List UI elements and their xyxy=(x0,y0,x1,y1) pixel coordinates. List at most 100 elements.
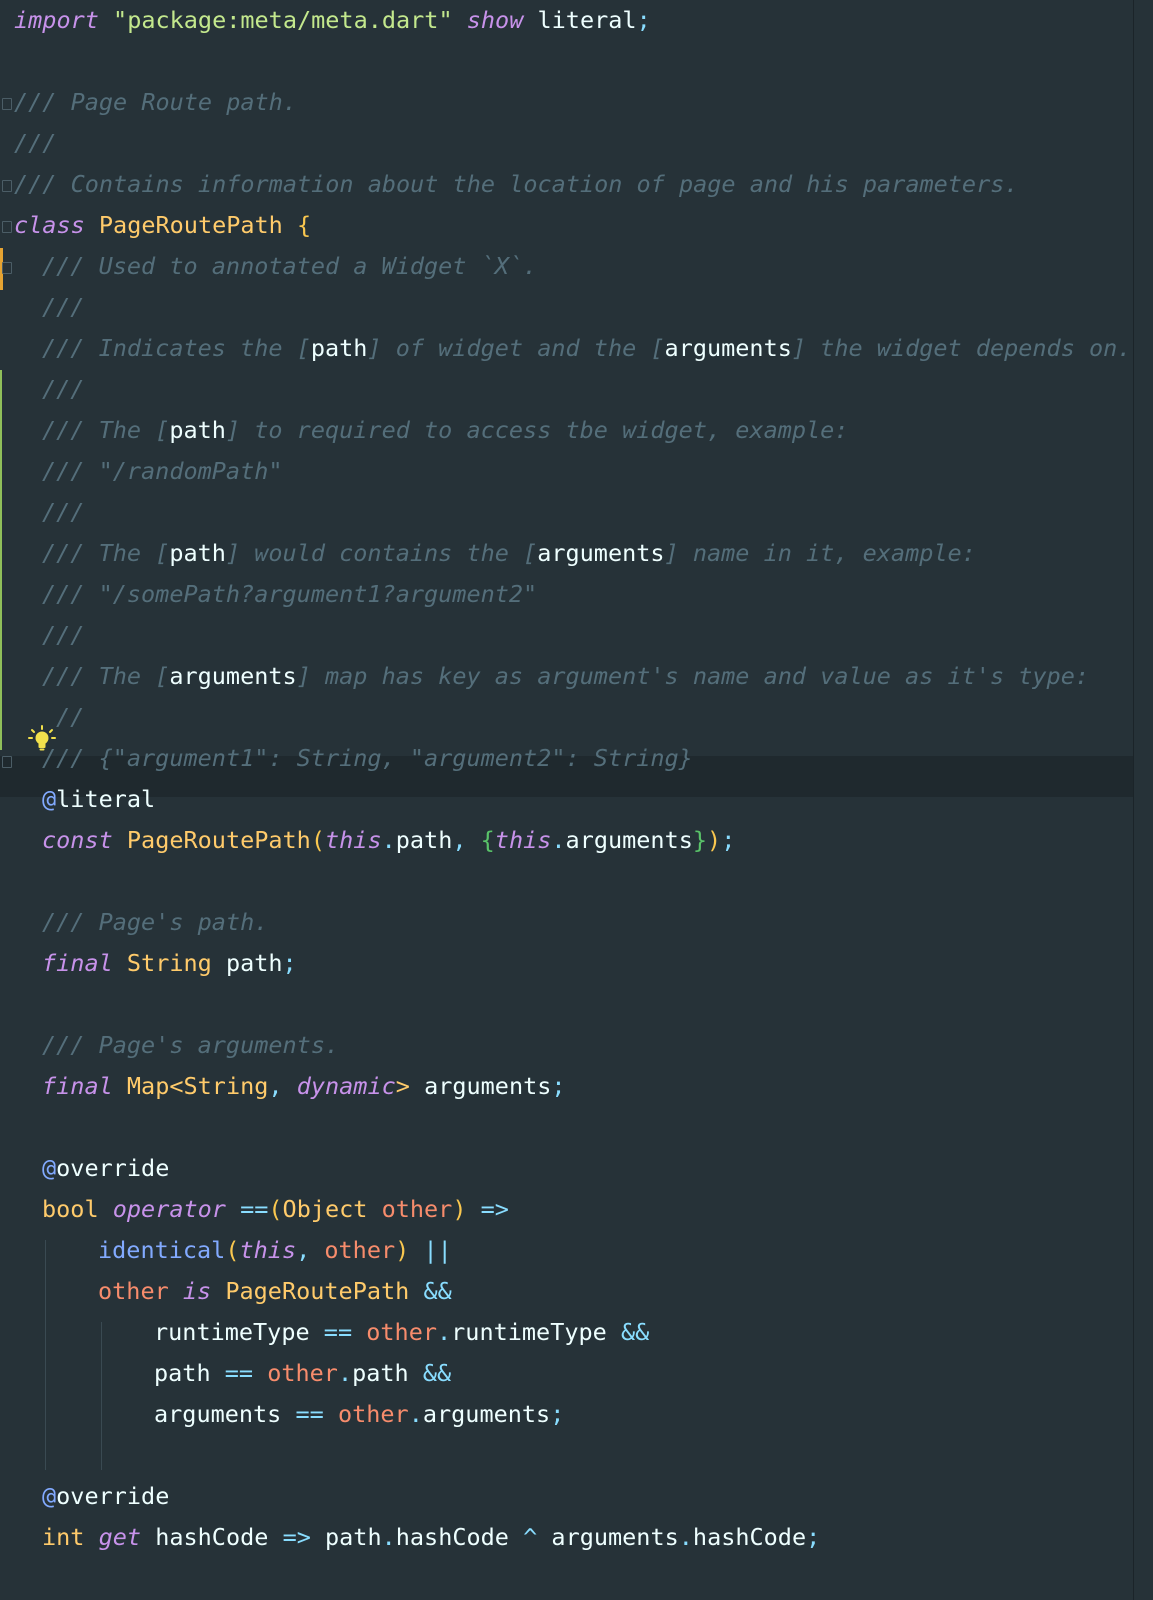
token-identifier: arguments xyxy=(424,1072,552,1100)
code-line[interactable]: import "package:meta/meta.dart" show lit… xyxy=(14,0,651,41)
code-line[interactable]: /// "/randomPath" xyxy=(42,451,283,492)
token-identifier: arguments xyxy=(551,1523,679,1551)
code-line[interactable]: // xyxy=(56,697,84,738)
token-comment: /// xyxy=(14,129,57,157)
code-line[interactable]: /// "/somePath?argument1?argument2" xyxy=(42,574,537,615)
token-identifier: path xyxy=(225,949,283,977)
code-line[interactable]: bool operator ==(Object other) => xyxy=(42,1189,509,1230)
fold-marker-icon[interactable] xyxy=(2,98,12,110)
code-line[interactable]: @override xyxy=(42,1148,169,1189)
code-line[interactable]: /// The [path] to required to access tbe… xyxy=(42,410,848,451)
token-punctuation: , xyxy=(268,1072,297,1100)
code-line[interactable]: arguments == other.arguments; xyxy=(154,1394,564,1435)
token-parameter: other xyxy=(381,1195,453,1223)
code-line[interactable]: /// The [arguments] map has key as argum… xyxy=(42,656,1089,697)
code-line[interactable]: /// Page Route path. xyxy=(14,82,297,123)
code-line[interactable]: @override xyxy=(42,1476,169,1517)
code-line[interactable]: const PageRoutePath(this.path, {this.arg… xyxy=(42,820,735,861)
token-keyword: class xyxy=(14,211,85,239)
token-comment: ] name in it, example: xyxy=(664,539,976,567)
code-line[interactable]: /// xyxy=(42,369,84,410)
token-type: Object xyxy=(282,1195,368,1223)
code-line[interactable]: /// Page's path. xyxy=(42,902,268,943)
fold-marker-icon[interactable] xyxy=(2,756,12,768)
token-punctuation: , xyxy=(296,1236,325,1264)
token-annotation: @ xyxy=(42,785,57,813)
token-identifier: hashCode xyxy=(692,1523,807,1551)
token-comment: /// Page's arguments. xyxy=(42,1031,340,1059)
token-paren: ) xyxy=(395,1236,410,1264)
token-operator: == xyxy=(224,1359,254,1387)
token-function: identical xyxy=(98,1236,226,1264)
token-operator: => xyxy=(282,1523,311,1551)
code-line[interactable]: int get hashCode => path.hashCode ^ argu… xyxy=(42,1517,820,1558)
token-comment-reference: arguments xyxy=(169,662,297,690)
token-operator: => xyxy=(480,1195,509,1223)
token-type: int xyxy=(42,1523,85,1551)
token-brace: { xyxy=(297,211,312,239)
code-line[interactable]: /// The [path] would contains the [argum… xyxy=(42,533,976,574)
token-type: bool xyxy=(42,1195,99,1223)
token-comment: /// "/somePath?argument1?argument2" xyxy=(42,580,538,608)
token-punctuation: ; xyxy=(721,826,736,854)
code-line[interactable]: /// {"argument1": String, "argument2": S… xyxy=(42,738,693,779)
token-keyword: dynamic xyxy=(296,1072,396,1100)
token-comment: /// The [ xyxy=(42,539,170,567)
code-line[interactable]: /// xyxy=(42,492,84,533)
code-line[interactable]: other is PageRoutePath && xyxy=(98,1271,452,1312)
token-keyword: this xyxy=(325,826,382,854)
token-keyword: import xyxy=(14,6,99,34)
token-identifier: hashCode xyxy=(155,1523,269,1551)
token-comment: ] to required to access tbe widget, exam… xyxy=(225,416,849,444)
code-line[interactable]: /// Page's arguments. xyxy=(42,1025,339,1066)
token-keyword: const xyxy=(42,826,113,854)
code-line[interactable]: identical(this, other) || xyxy=(98,1230,452,1271)
token-comment: ] map has key as argument's name and val… xyxy=(296,662,1089,690)
token-identifier: runtimeType xyxy=(154,1318,310,1346)
token-comment-reference: path xyxy=(169,416,226,444)
token-comment: ] the widget depends on. xyxy=(791,334,1132,362)
token-identifier: literal xyxy=(537,6,637,34)
code-line[interactable]: /// Used to annotated a Widget `X`. xyxy=(42,246,537,287)
token-comment: /// "/randomPath" xyxy=(42,457,283,485)
code-editor[interactable]: import "package:meta/meta.dart" show lit… xyxy=(0,0,1153,1600)
fold-marker-icon[interactable] xyxy=(2,221,12,233)
code-line[interactable]: /// xyxy=(42,287,84,328)
token-punctuation: . xyxy=(678,1523,693,1551)
token-parameter: other xyxy=(366,1318,437,1346)
code-line[interactable]: /// xyxy=(14,123,56,164)
token-identifier: path xyxy=(395,826,453,854)
code-line[interactable]: /// Contains information about the locat… xyxy=(14,164,1019,205)
token-annotation: @ xyxy=(42,1482,57,1510)
code-line[interactable]: path == other.path && xyxy=(154,1353,451,1394)
code-line[interactable]: /// Indicates the [path] of widget and t… xyxy=(42,328,1131,369)
token-punctuation: ; xyxy=(806,1523,821,1551)
token-operator: && xyxy=(422,1359,452,1387)
code-line[interactable]: /// xyxy=(42,615,84,656)
token-comment: /// Indicates the [ xyxy=(42,334,311,362)
vcs-added-marker[interactable] xyxy=(0,370,2,750)
token-identifier: runtimeType xyxy=(451,1318,607,1346)
code-line[interactable]: final Map<String, dynamic> arguments; xyxy=(42,1066,566,1107)
fold-marker-icon[interactable] xyxy=(2,262,12,274)
token-comment: /// {"argument1": String, "argument2": S… xyxy=(42,744,693,772)
code-line[interactable]: @literal xyxy=(42,779,155,820)
token-punctuation: ; xyxy=(550,1400,565,1428)
token-comment: /// xyxy=(42,375,85,403)
token-type: PageRoutePath xyxy=(98,211,283,239)
token-type: Map xyxy=(126,1072,170,1100)
token-operator: == xyxy=(240,1195,269,1223)
token-keyword: final xyxy=(42,1072,113,1100)
token-type: PageRoutePath xyxy=(225,1277,410,1305)
token-comment: /// Used to annotated a Widget `X`. xyxy=(42,252,538,280)
token-comment: /// Contains information about the locat… xyxy=(14,170,1019,198)
code-line[interactable]: class PageRoutePath { xyxy=(14,205,311,246)
token-punctuation: . xyxy=(381,826,396,854)
fold-marker-icon[interactable] xyxy=(2,180,12,192)
code-line[interactable]: runtimeType == other.runtimeType && xyxy=(154,1312,649,1353)
token-comment: /// xyxy=(42,498,85,526)
token-annotation-name: override xyxy=(56,1154,170,1182)
code-line[interactable]: final String path; xyxy=(42,943,297,984)
token-punctuation: < xyxy=(169,1072,184,1100)
indent-guide xyxy=(45,1240,46,1470)
